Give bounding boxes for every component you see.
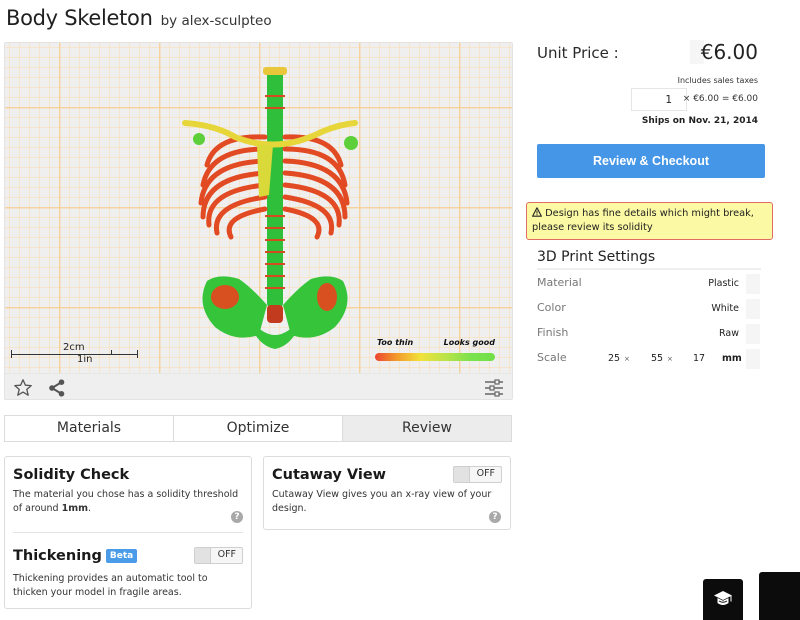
tab-review[interactable]: Review — [343, 416, 511, 441]
setting-row-finish[interactable]: Finish Raw — [537, 324, 761, 346]
setting-key: Material — [537, 276, 582, 289]
solidity-text-end: . — [88, 503, 92, 514]
scale-tick — [11, 350, 12, 358]
scale-x[interactable]: 25 — [608, 353, 620, 364]
cutaway-toggle[interactable]: OFF — [453, 466, 502, 483]
scale-sep: × — [624, 355, 630, 363]
scale-y[interactable]: 55 — [651, 353, 663, 364]
scale-tick — [111, 350, 112, 355]
setting-value: Plastic — [708, 278, 739, 289]
setting-value: White — [711, 303, 739, 314]
help-icon[interactable]: ? — [489, 511, 501, 523]
thickening-toggle[interactable]: OFF — [194, 547, 243, 564]
ship-date: Ships on Nov. 21, 2014 — [641, 116, 758, 126]
solidity-threshold: 1mm — [61, 503, 89, 514]
setting-edit-handle[interactable] — [746, 274, 760, 294]
tab-bar: Materials Optimize Review — [4, 415, 512, 442]
solidity-text: The material you chose has a solidity th… — [13, 488, 245, 516]
ribs-left — [198, 134, 268, 240]
setting-key: Color — [537, 301, 566, 314]
card-divider — [13, 532, 243, 533]
solidity-text-part: The material you chose has a solidity th… — [13, 489, 239, 514]
toggle-state: OFF — [476, 468, 495, 479]
thickening-title-text: Thickening — [13, 548, 102, 564]
toggle-knob — [454, 467, 470, 482]
setting-edit-handle[interactable] — [746, 324, 760, 344]
thickening-text: Thickening provides an automatic tool to… — [13, 573, 208, 598]
skeleton-model[interactable] — [155, 65, 395, 355]
legend-too-thin: Too thin — [377, 338, 414, 347]
setting-value: Raw — [719, 328, 739, 339]
price-calculation: × €6.00 = €6.00 — [682, 94, 758, 104]
solidity-warning: Design has fine details which might brea… — [526, 202, 773, 240]
cutaway-text: Cutaway View gives you an x-ray view of … — [272, 489, 492, 514]
solidity-card: Solidity Check The material you chose ha… — [4, 456, 252, 609]
cutaway-card: Cutaway View OFF Cutaway View gives you … — [263, 456, 511, 530]
page-header: Body Skeleton by alex-sculpteo — [6, 6, 272, 30]
warning-triangle-icon — [532, 207, 542, 217]
setting-key: Scale — [537, 351, 567, 364]
setting-row-scale[interactable]: Scale 25 × 55 × 17 mm — [537, 349, 761, 371]
quantity-input[interactable] — [631, 88, 687, 111]
scale-imperial-label: 1in — [77, 354, 93, 365]
setting-row-color[interactable]: Color White — [537, 299, 761, 321]
unit-price: €6.00 — [700, 40, 758, 64]
help-icon[interactable]: ? — [231, 511, 243, 523]
cutaway-title: Cutaway View — [272, 467, 387, 483]
scale-z[interactable]: 17 — [693, 353, 705, 364]
setting-row-material[interactable]: Material Plastic — [537, 274, 761, 296]
print-settings-title: 3D Print Settings — [537, 249, 656, 265]
chat-widget[interactable] — [759, 572, 800, 620]
thickening-title: Thickening Beta — [13, 548, 138, 564]
share-icon[interactable] — [47, 378, 67, 398]
setting-edit-handle[interactable] — [746, 349, 760, 369]
scale-tick — [137, 350, 138, 358]
setting-edit-handle[interactable] — [746, 299, 760, 319]
setting-key: Finish — [537, 326, 569, 339]
scale-unit: mm — [722, 353, 742, 364]
scale-metric-label: 2cm — [63, 342, 85, 353]
scale-sep: × — [667, 355, 673, 363]
model-author[interactable]: by alex-sculpteo — [161, 13, 272, 29]
toggle-state: OFF — [217, 549, 236, 560]
tab-optimize[interactable]: Optimize — [174, 416, 343, 441]
model-viewer[interactable]: 2cm 1in Too thin Looks good — [4, 42, 513, 400]
tax-note: Includes sales taxes — [677, 76, 758, 85]
viewer-toolbar — [5, 373, 512, 399]
unit-price-label: Unit Price : — [537, 44, 619, 62]
legend-gradient-bar — [375, 353, 495, 361]
settings-divider — [537, 268, 761, 270]
sliders-icon[interactable] — [484, 378, 504, 398]
review-checkout-button[interactable]: Review & Checkout — [537, 144, 765, 178]
warning-text: Design has fine details which might brea… — [532, 208, 754, 233]
model-title: Body Skeleton — [6, 6, 153, 30]
star-icon[interactable] — [13, 378, 33, 398]
toggle-knob — [195, 548, 211, 563]
scale-bar: 2cm 1in — [11, 342, 143, 369]
solidity-legend: Too thin Looks good — [375, 338, 495, 368]
beta-badge: Beta — [105, 549, 138, 563]
ribs-right — [282, 134, 350, 240]
tutorial-button[interactable] — [703, 579, 743, 620]
legend-looks-good: Looks good — [443, 338, 495, 347]
solidity-title: Solidity Check — [13, 467, 130, 483]
viewer-canvas[interactable]: 2cm 1in Too thin Looks good — [5, 43, 512, 373]
graduation-cap-icon — [714, 591, 732, 605]
scale-bar-line — [11, 354, 137, 355]
tab-materials[interactable]: Materials — [5, 416, 174, 441]
